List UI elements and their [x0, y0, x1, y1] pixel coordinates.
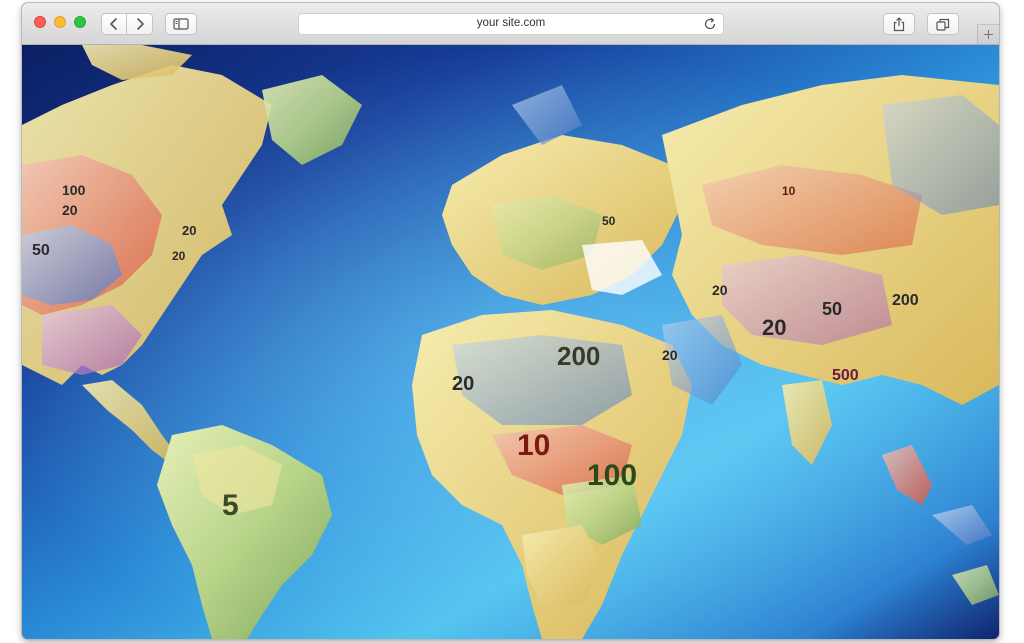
forward-button[interactable] [127, 13, 153, 35]
tabs-overview-icon [936, 18, 950, 31]
close-window-button[interactable] [34, 16, 46, 28]
minimize-window-button[interactable] [54, 16, 66, 28]
banknote-label: 10 [782, 184, 796, 198]
banknote-label: 100 [62, 182, 86, 198]
navigation-buttons [101, 13, 153, 35]
browser-toolbar: your site.com [22, 3, 999, 45]
banknote-label: 50 [32, 242, 50, 259]
banknote-label: 50 [602, 214, 616, 228]
sidebar-icon [173, 18, 189, 30]
zoom-window-button[interactable] [74, 16, 86, 28]
banknote-label: 20 [662, 347, 678, 363]
banknote-label: 20 [762, 315, 786, 340]
plus-icon [984, 30, 993, 39]
euro-world-map-image: 100 20 20 50 200 20 20 10 100 20 5 50 20… [22, 45, 999, 639]
chevron-right-icon [136, 18, 144, 30]
banknote-label: 20 [452, 373, 474, 395]
banknote-label: 20 [182, 223, 196, 238]
banknote-label: 50 [822, 299, 842, 319]
tabs-overview-button[interactable] [927, 13, 959, 35]
banknote-label: 10 [517, 429, 550, 462]
address-bar[interactable]: your site.com [298, 13, 724, 35]
banknote-label: 20 [172, 249, 186, 263]
banknote-label: 20 [712, 282, 728, 298]
banknote-label: 200 [557, 341, 600, 371]
chevron-left-icon [110, 18, 117, 30]
banknote-label: 100 [587, 459, 637, 492]
banknote-label: 20 [62, 202, 78, 218]
browser-window: your site.com 100 20 20 50 200 20 20 10 … [22, 3, 999, 639]
banknote-label: 200 [892, 292, 919, 309]
reload-icon[interactable] [704, 17, 717, 31]
page-content: 100 20 20 50 200 20 20 10 100 20 5 50 20… [22, 45, 999, 639]
back-button[interactable] [101, 13, 127, 35]
address-bar-url[interactable]: your site.com [299, 17, 723, 29]
banknote-label: 5 [222, 489, 239, 522]
sidebar-button[interactable] [165, 13, 197, 35]
banknote-label: 500 [832, 367, 859, 384]
share-icon [893, 16, 905, 31]
new-tab-button[interactable] [977, 24, 999, 44]
share-button[interactable] [883, 13, 915, 35]
